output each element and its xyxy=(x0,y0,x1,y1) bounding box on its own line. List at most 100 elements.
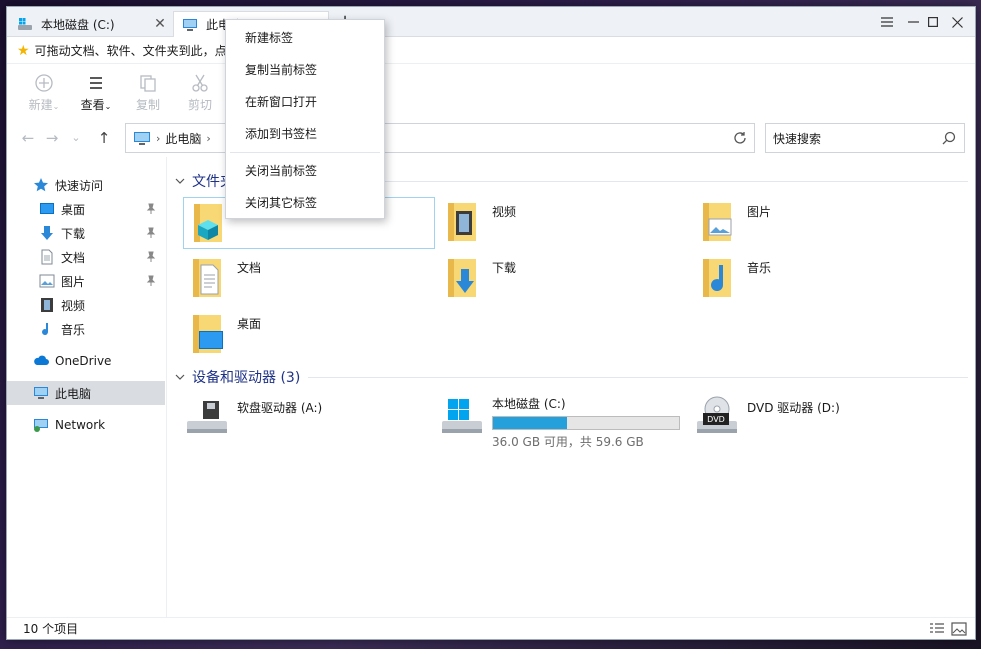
forward-button[interactable]: → xyxy=(43,129,61,147)
network-icon xyxy=(34,419,48,432)
devices-group-header[interactable]: 设备和驱动器 (3) xyxy=(174,365,300,389)
film-icon xyxy=(41,298,53,312)
folder-videos-icon xyxy=(448,203,476,241)
computer-icon xyxy=(34,387,48,399)
chevron-right-icon[interactable]: › xyxy=(206,132,210,145)
pin-icon xyxy=(146,275,156,286)
large-icons-view-icon[interactable] xyxy=(951,622,967,636)
address-bar[interactable]: › 此电脑 › xyxy=(125,123,755,153)
drive-label: 软盘驱动器 (A:) xyxy=(237,401,323,415)
nav-network[interactable]: Network xyxy=(7,413,165,437)
new-button[interactable]: 新建⌄ xyxy=(22,73,66,113)
item-count: 10 个项目 xyxy=(23,622,79,636)
breadcrumb-this-pc[interactable]: 此电脑 xyxy=(165,130,201,147)
folder-tile-pictures[interactable]: 图片 xyxy=(693,197,945,249)
chevron-right-icon: › xyxy=(156,131,161,145)
folder-tile-videos[interactable]: 视频 xyxy=(438,197,690,249)
nav-label: 视频 xyxy=(61,298,86,313)
bookmark-hint: 可拖动文档、软件、文件夹到此，点 xyxy=(34,44,227,58)
menu-item-add-bookmark[interactable]: 添加到书签栏 xyxy=(226,119,384,147)
drive-tile-floppy[interactable]: 软盘驱动器 (A:) xyxy=(183,393,435,445)
group-title: 设备和驱动器 (3) xyxy=(192,370,301,386)
status-bar: 10 个项目 xyxy=(7,617,975,639)
folder-tile-documents[interactable]: 文档 xyxy=(183,253,435,305)
tab-strip: 本地磁盘 (C:) ✕ 此电脑 ✕ + xyxy=(7,7,975,37)
windows-drive-icon xyxy=(442,399,482,433)
nav-item-pictures[interactable]: 图片 xyxy=(7,269,165,293)
view-button[interactable]: 查看⌄ xyxy=(74,73,118,113)
nav-label: 音乐 xyxy=(61,322,86,337)
nav-item-downloads[interactable]: 下载 xyxy=(7,221,165,245)
search-placeholder: 快速搜索 xyxy=(773,131,822,146)
menu-item-close-other-tabs[interactable]: 关闭其它标签 xyxy=(226,188,384,216)
drive-tile-local-c[interactable]: 本地磁盘 (C:) 36.0 GB 可用，共 59.6 GB xyxy=(438,393,698,449)
tab-label: 本地磁盘 (C:) xyxy=(41,17,115,32)
nav-item-documents[interactable]: 文档 xyxy=(7,245,165,269)
desktop-icon xyxy=(40,203,54,214)
tab-local-disk-c[interactable]: 本地磁盘 (C:) ✕ xyxy=(9,11,173,37)
recent-dropdown-button[interactable]: ⌄ xyxy=(67,129,85,147)
dvd-badge: DVD xyxy=(707,415,725,424)
nav-quick-access[interactable]: 快速访问 xyxy=(7,173,165,197)
cut-button[interactable]: 剪切 xyxy=(178,73,222,113)
folder-tile-downloads[interactable]: 下载 xyxy=(438,253,690,305)
menu-item-close-tab[interactable]: 关闭当前标签 xyxy=(226,156,384,184)
document-icon xyxy=(41,249,53,265)
nav-label: 快速访问 xyxy=(55,178,104,193)
nav-item-music[interactable]: 音乐 xyxy=(7,317,165,341)
content-pane: 文件夹 视频 图片 文档 下载 音乐 桌面 设备和驱动器 (3) 软盘驱动器 (… xyxy=(168,157,974,617)
nav-label: 图片 xyxy=(61,274,86,289)
pin-icon xyxy=(146,227,156,238)
folder-label: 下载 xyxy=(492,261,517,275)
copy-button[interactable]: 复制 xyxy=(126,73,170,113)
search-input[interactable]: 快速搜索 xyxy=(765,123,965,153)
nav-onedrive[interactable]: OneDrive xyxy=(7,349,165,373)
nav-item-desktop[interactable]: 桌面 xyxy=(7,197,165,221)
close-window-button[interactable] xyxy=(945,10,969,34)
drive-label: DVD 驱动器 (D:) xyxy=(747,401,840,415)
navigation-pane: 快速访问 桌面 下载 文档 图片 视频 音乐 OneDrive 此电脑 Netw… xyxy=(7,157,167,617)
back-button[interactable]: ← xyxy=(19,129,37,147)
minimize-icon xyxy=(907,21,919,23)
menu-item-open-new-window[interactable]: 在新窗口打开 xyxy=(226,87,384,115)
folder-downloads-icon xyxy=(448,259,476,297)
nav-label: 文档 xyxy=(61,250,86,265)
copy-label: 复制 xyxy=(135,98,160,112)
music-note-icon xyxy=(42,323,49,336)
details-view-icon[interactable] xyxy=(929,622,945,636)
pin-icon xyxy=(146,203,156,214)
nav-label: OneDrive xyxy=(55,354,112,368)
folder-tile-desktop[interactable]: 桌面 xyxy=(183,309,435,361)
star-icon: ★ xyxy=(17,42,30,59)
nav-item-videos[interactable]: 视频 xyxy=(7,293,165,317)
drive-tile-dvd[interactable]: DVD DVD 驱动器 (D:) xyxy=(693,393,945,445)
nav-label: 此电脑 xyxy=(55,386,92,401)
refresh-icon[interactable] xyxy=(732,130,748,146)
drive-icon xyxy=(18,18,32,30)
menu-divider xyxy=(230,152,380,153)
folder-tile-music[interactable]: 音乐 xyxy=(693,253,945,305)
folder-pictures-icon xyxy=(703,203,732,241)
menu-icon[interactable] xyxy=(875,10,899,34)
up-button[interactable]: ↑ xyxy=(95,129,113,147)
close-icon[interactable]: ✕ xyxy=(151,15,169,33)
maximize-button[interactable] xyxy=(921,10,945,34)
list-view-icon xyxy=(90,77,102,89)
copy-icon xyxy=(140,75,156,92)
cloud-icon xyxy=(34,355,49,365)
address-row: ← → ⌄ ↑ › 此电脑 › 快速搜索 xyxy=(7,121,975,155)
folder-music-icon xyxy=(703,259,731,297)
explorer-window: 本地磁盘 (C:) ✕ 此电脑 ✕ + ★ 可拖动文档、软件、文件夹到此，点 xyxy=(6,6,976,640)
tab-context-menu: 新建标签 复制当前标签 在新窗口打开 添加到书签栏 关闭当前标签 关闭其它标签 xyxy=(225,19,385,219)
drive-usage-fill xyxy=(493,417,568,429)
bookmark-bar[interactable]: ★ 可拖动文档、软件、文件夹到此，点 xyxy=(7,38,975,64)
folder-label: 图片 xyxy=(747,205,772,219)
folder-label: 文档 xyxy=(237,261,262,275)
chevron-down-icon xyxy=(175,374,185,380)
nav-this-pc[interactable]: 此电脑 xyxy=(7,381,165,405)
pin-icon xyxy=(146,251,156,262)
drive-info: 本地磁盘 (C:) 36.0 GB 可用，共 59.6 GB xyxy=(492,395,680,450)
menu-item-duplicate-tab[interactable]: 复制当前标签 xyxy=(226,55,384,83)
menu-item-new-tab[interactable]: 新建标签 xyxy=(226,23,384,51)
picture-icon xyxy=(39,274,55,288)
